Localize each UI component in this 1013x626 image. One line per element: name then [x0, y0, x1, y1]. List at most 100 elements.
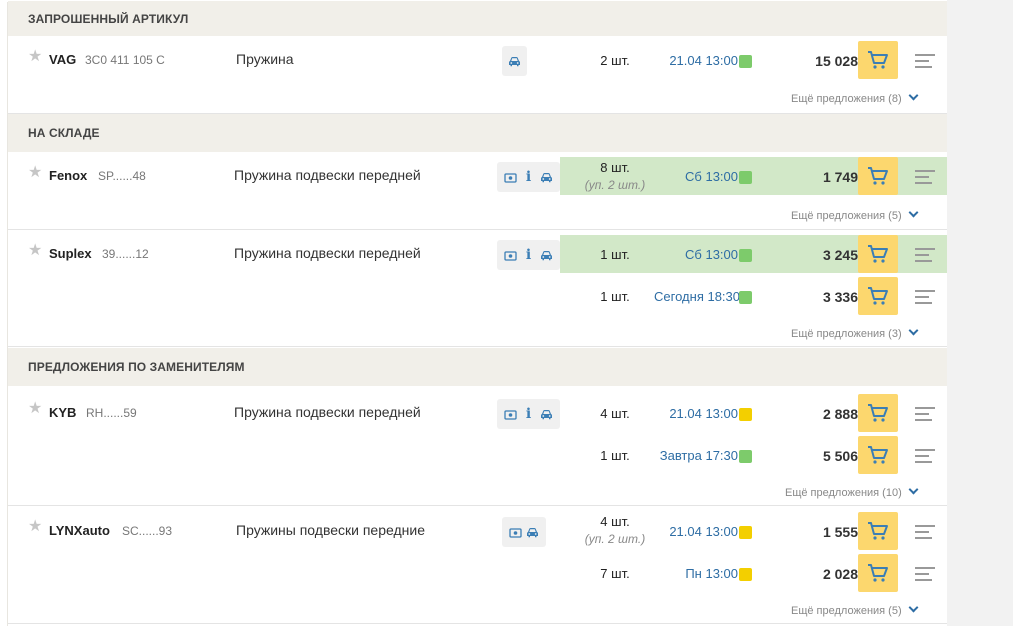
offer-row: 4 шт. (уп. 2 шт.) 21.04 13:00 1 555	[560, 512, 947, 550]
chevron-down-icon	[908, 207, 919, 218]
package-note: (уп. 2 шт.)	[584, 178, 646, 192]
availability-status-indicator	[739, 249, 752, 262]
favorite-star-icon[interactable]: ★	[28, 49, 42, 65]
part-description: Пружина подвески передней	[234, 167, 421, 183]
car-icon[interactable]	[539, 170, 553, 184]
add-to-cart-button[interactable]	[858, 512, 898, 550]
brand-name[interactable]: VAG	[49, 52, 76, 67]
offer-row: 1 шт. Сегодня 18:30 3 336	[560, 277, 947, 315]
availability-status-indicator	[739, 171, 752, 184]
chevron-down-icon	[908, 325, 919, 336]
more-offers-link[interactable]: Ещё предложения (5)	[791, 602, 919, 617]
car-icon[interactable]	[539, 407, 553, 421]
offer-quantity: 1 шт.	[600, 247, 630, 262]
part-description: Пружина	[236, 51, 294, 67]
add-to-cart-button[interactable]	[858, 554, 898, 592]
more-offers-link[interactable]: Ещё предложения (5)	[791, 207, 919, 222]
offer-price: 1 555	[776, 524, 870, 540]
offer-row-highlighted: 8 шт. (уп. 2 шт.) Сб 13:00 1 749	[560, 157, 947, 195]
favorite-star-icon[interactable]: ★	[28, 243, 42, 259]
offer-details-menu-icon[interactable]	[915, 567, 935, 581]
brand-name[interactable]: LYNXauto	[49, 523, 110, 538]
offer-quantity: 4 шт.	[600, 514, 630, 529]
part-description: Пружина подвески передней	[234, 404, 421, 420]
part-icons: i	[497, 162, 560, 192]
chevron-down-icon	[908, 484, 919, 495]
offer-details-menu-icon[interactable]	[915, 525, 935, 539]
availability-status-indicator	[739, 55, 752, 68]
part-row-vag: ★ VAG 3C0 411 105 C Пружина 2 шт. 21.04 …	[8, 36, 947, 114]
section-title: ЗАПРОШЕННЫЙ АРТИКУЛ	[28, 11, 189, 26]
photo-icon[interactable]	[504, 407, 518, 421]
availability-status-indicator	[739, 408, 752, 421]
chevron-down-icon	[908, 602, 919, 613]
part-icons: i	[497, 399, 560, 429]
offer-price: 1 749	[776, 169, 870, 185]
section-header-requested: ЗАПРОШЕННЫЙ АРТИКУЛ	[8, 1, 947, 36]
offer-details-menu-icon[interactable]	[915, 449, 935, 463]
part-row-suplex: ★ Suplex 39......12 Пружина подвески пер…	[8, 230, 947, 347]
offer-details-menu-icon[interactable]	[915, 290, 935, 304]
part-row-lynxauto: ★ LYNXauto SC......93 Пружины подвески п…	[8, 506, 947, 624]
chevron-down-icon	[908, 90, 919, 101]
delivery-date: Сб 13:00	[685, 247, 738, 262]
offer-row: 4 шт. 21.04 13:00 2 888	[560, 394, 947, 432]
offer-details-menu-icon[interactable]	[915, 54, 935, 68]
availability-status-indicator	[739, 526, 752, 539]
photo-icon[interactable]	[504, 248, 518, 262]
offer-details-menu-icon[interactable]	[915, 248, 935, 262]
brand-name[interactable]: KYB	[49, 405, 76, 420]
offer-row: 2 шт. 21.04 13:00 15 028	[560, 41, 947, 79]
availability-status-indicator	[739, 291, 752, 304]
results-panel: ЗАПРОШЕННЫЙ АРТИКУЛ ★ VAG 3C0 411 105 C …	[7, 1, 947, 626]
more-offers-link[interactable]: Ещё предложения (3)	[791, 325, 919, 340]
favorite-star-icon[interactable]: ★	[28, 519, 42, 535]
add-to-cart-button[interactable]	[858, 436, 898, 474]
part-description: Пружины подвески передние	[236, 522, 425, 538]
offer-row: 1 шт. Завтра 17:30 5 506	[560, 436, 947, 474]
part-row-kyb: ★ KYB RH......59 Пружина подвески передн…	[8, 386, 947, 506]
offer-row: 7 шт. Пн 13:00 2 028	[560, 554, 947, 592]
article-code: 39......12	[102, 247, 149, 261]
photo-icon[interactable]	[508, 525, 522, 539]
favorite-star-icon[interactable]: ★	[28, 165, 42, 181]
offer-quantity: 7 шт.	[600, 566, 630, 581]
more-offers-link[interactable]: Ещё предложения (10)	[785, 484, 919, 499]
car-icon[interactable]	[526, 525, 540, 539]
photo-icon[interactable]	[504, 170, 518, 184]
info-icon[interactable]: i	[522, 169, 536, 185]
brand-name[interactable]: Suplex	[49, 246, 92, 261]
offer-details-menu-icon[interactable]	[915, 407, 935, 421]
offer-price: 5 506	[776, 448, 870, 464]
delivery-date: Сегодня 18:30	[654, 289, 740, 304]
brand-name[interactable]: Fenox	[49, 168, 87, 183]
offer-details-menu-icon[interactable]	[915, 170, 935, 184]
section-header-replacements: ПРЕДЛОЖЕНИЯ ПО ЗАМЕНИТЕЛЯМ	[8, 348, 947, 386]
part-icons: i	[497, 240, 560, 270]
section-title: ПРЕДЛОЖЕНИЯ ПО ЗАМЕНИТЕЛЯМ	[28, 360, 245, 374]
offer-quantity: 4 шт.	[600, 406, 630, 421]
delivery-date: Сб 13:00	[685, 169, 738, 184]
add-to-cart-button[interactable]	[858, 277, 898, 315]
favorite-star-icon[interactable]: ★	[28, 401, 42, 417]
availability-status-indicator	[739, 568, 752, 581]
offer-quantity: 2 шт.	[600, 53, 630, 68]
add-to-cart-button[interactable]	[858, 394, 898, 432]
info-icon[interactable]: i	[522, 406, 536, 422]
offer-quantity: 8 шт.	[600, 160, 630, 175]
delivery-date: 21.04 13:00	[669, 406, 738, 421]
car-icon[interactable]	[508, 54, 522, 68]
car-icon[interactable]	[539, 248, 553, 262]
availability-status-indicator	[739, 450, 752, 463]
right-gutter	[947, 0, 1013, 626]
package-note: (уп. 2 шт.)	[584, 532, 646, 546]
part-description: Пружина подвески передней	[234, 245, 421, 261]
article-code: RH......59	[86, 406, 137, 420]
more-offers-link[interactable]: Ещё предложения (8)	[791, 90, 919, 105]
section-title: НА СКЛАДЕ	[28, 126, 100, 140]
add-to-cart-button[interactable]	[858, 235, 898, 273]
delivery-date: 21.04 13:00	[669, 524, 738, 539]
add-to-cart-button[interactable]	[858, 41, 898, 79]
add-to-cart-button[interactable]	[858, 157, 898, 195]
info-icon[interactable]: i	[522, 247, 536, 263]
